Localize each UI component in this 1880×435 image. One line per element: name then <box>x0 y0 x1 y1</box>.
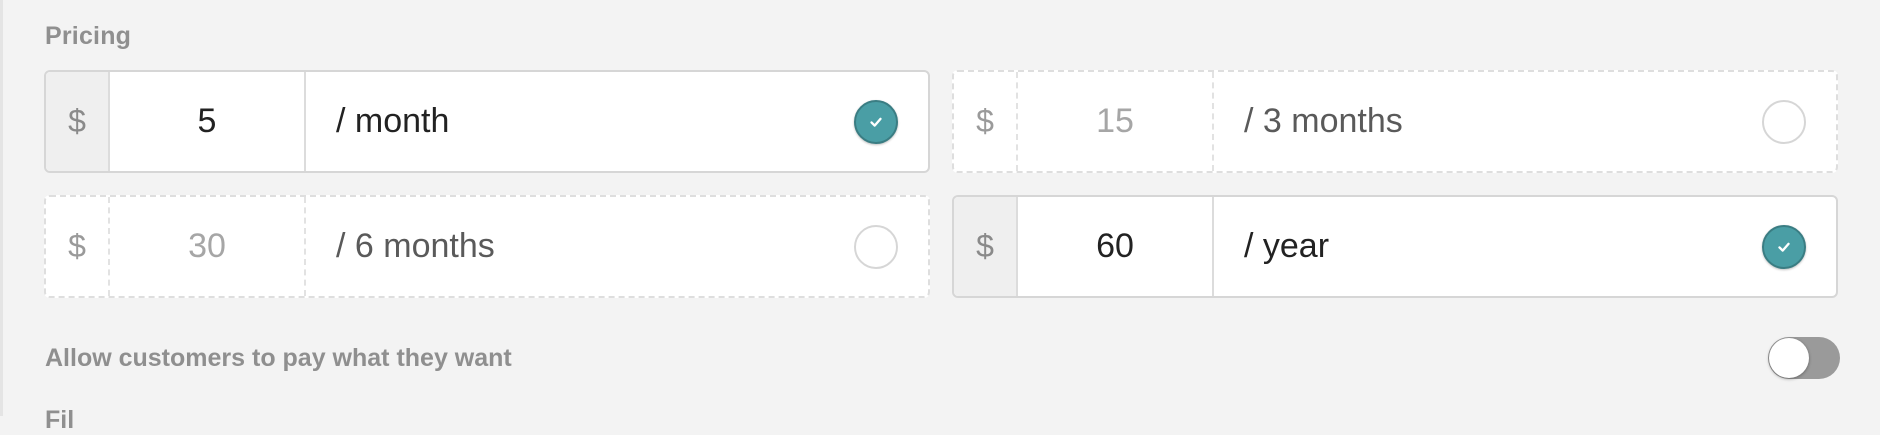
price-amount-input[interactable]: 5 <box>110 72 306 171</box>
toggle-knob[interactable] <box>1769 338 1809 378</box>
price-amount-input[interactable]: 60 <box>1018 197 1214 296</box>
pricing-section-title: Pricing <box>45 22 132 50</box>
price-option-quarterly[interactable]: $ 15 / 3 months <box>952 70 1838 173</box>
currency-symbol: $ <box>954 72 1018 171</box>
enable-checkbox[interactable] <box>854 224 898 269</box>
price-period-label: / year <box>1244 227 1330 265</box>
pay-what-you-want-toggle[interactable] <box>1768 337 1840 379</box>
price-amount-input[interactable]: 15 <box>1018 72 1214 171</box>
currency-symbol: $ <box>954 197 1018 296</box>
price-option-monthly[interactable]: $ 5 / month <box>44 70 930 173</box>
pricing-options-grid: $ 5 / month $ 15 / 3 months $ 30 / 6 mon… <box>44 70 1838 298</box>
price-option-yearly[interactable]: $ 60 / year <box>952 195 1838 298</box>
check-icon <box>1778 242 1790 252</box>
currency-symbol: $ <box>46 72 110 171</box>
price-option-semiannual[interactable]: $ 30 / 6 months <box>44 195 930 298</box>
currency-symbol: $ <box>46 197 110 296</box>
price-period-label: / 6 months <box>336 227 495 265</box>
pay-what-you-want-label: Allow customers to pay what they want <box>45 344 512 372</box>
enable-checkbox[interactable] <box>854 99 898 144</box>
enable-checkbox[interactable] <box>1762 99 1806 144</box>
price-period-label: / 3 months <box>1244 102 1403 140</box>
next-section-title: Fil <box>45 406 75 434</box>
enable-checkbox[interactable] <box>1762 224 1806 269</box>
price-amount-input[interactable]: 30 <box>110 197 306 296</box>
left-divider <box>0 0 3 416</box>
check-icon <box>870 117 882 127</box>
price-period-label: / month <box>336 102 450 140</box>
